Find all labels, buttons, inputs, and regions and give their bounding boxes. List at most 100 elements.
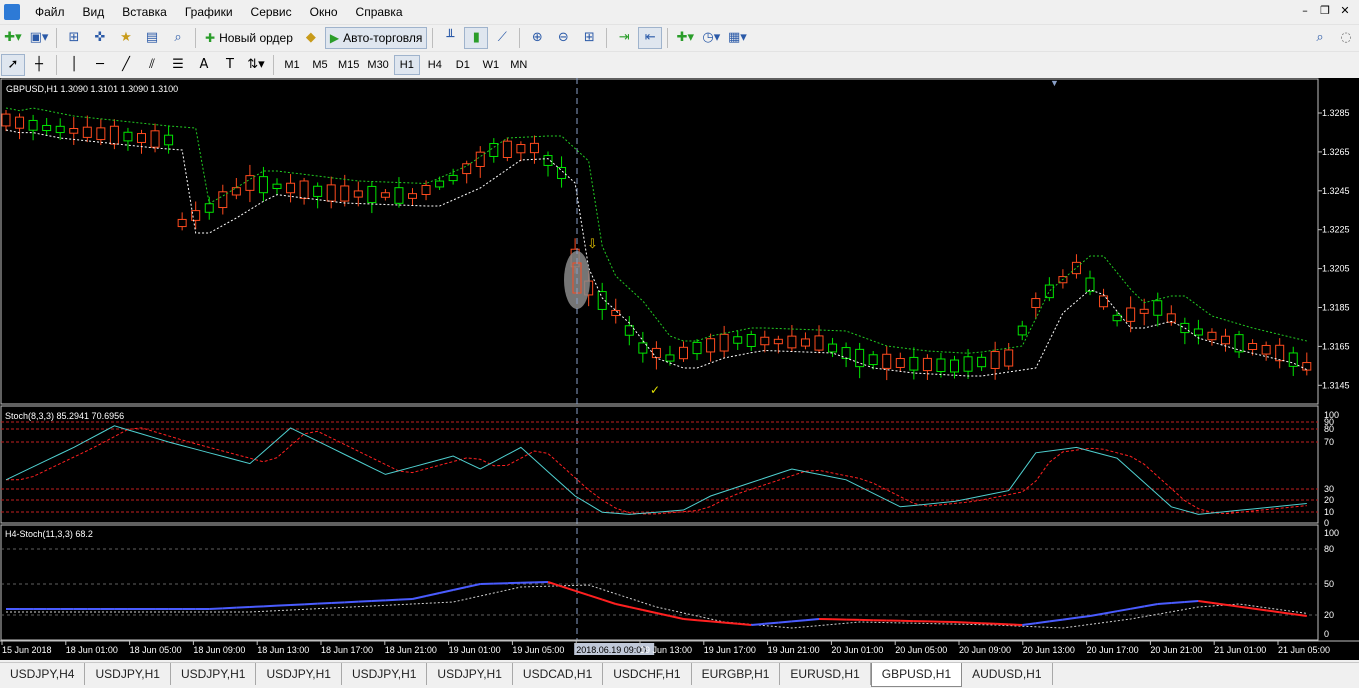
timeframe-w1[interactable]: W1: [478, 55, 504, 75]
chart-shift-icon[interactable]: ⇤: [638, 26, 663, 49]
menu-tools[interactable]: Сервис: [242, 0, 301, 24]
fibonacci-icon[interactable]: ☰: [166, 54, 190, 76]
h4-main-segment: [954, 621, 969, 624]
search-icon[interactable]: ⌕: [1308, 27, 1332, 49]
timeframe-m1[interactable]: M1: [279, 55, 305, 75]
chart-tab[interactable]: AUDUSD,H1: [962, 663, 1053, 685]
line-chart-icon[interactable]: ⟋: [490, 27, 514, 49]
candlestick-icon[interactable]: ▮: [464, 26, 489, 49]
chat-icon[interactable]: ◌: [1334, 27, 1358, 49]
timeframe-h4[interactable]: H4: [422, 55, 448, 75]
crosshair-time-label: 2018.06.19 09:00: [576, 645, 646, 655]
text-icon[interactable]: A: [192, 54, 216, 76]
candle-body: [55, 125, 65, 134]
h4-panel-frame: [0, 524, 1319, 641]
candle-body: [286, 182, 296, 194]
trendline-icon[interactable]: ╱: [114, 54, 138, 76]
candle-body: [611, 309, 621, 317]
timeframe-d1[interactable]: D1: [450, 55, 476, 75]
periods-icon[interactable]: ◷▾: [699, 27, 723, 49]
chart-tab[interactable]: EURGBP,H1: [692, 663, 781, 685]
market-watch-icon[interactable]: ⊞: [62, 27, 86, 49]
new-chart-icon[interactable]: ✚▾: [1, 27, 25, 49]
chart-tab[interactable]: USDJPY,H1: [256, 663, 342, 685]
strategy-tester-icon[interactable]: ⌕: [166, 27, 190, 49]
chart-tabs: USDJPY,H4 USDJPY,H1 USDJPY,H1 USDJPY,H1 USDJ…: [0, 662, 1359, 688]
h4-level-label: 20: [1324, 610, 1334, 620]
time-label: 19 Jun 13:00: [640, 645, 692, 655]
navigator-icon[interactable]: ★: [114, 27, 138, 49]
h4-main-segment: [385, 598, 399, 602]
terminal-icon[interactable]: ▤: [140, 27, 164, 49]
templates-icon[interactable]: ▦▾: [725, 27, 749, 49]
h4-main-segment: [290, 603, 305, 606]
vertical-line-icon[interactable]: │: [62, 54, 86, 76]
price-label: 1.3185: [1322, 303, 1350, 313]
chart-tab[interactable]: USDJPY,H1: [342, 663, 428, 685]
chart-tab[interactable]: USDCAD,H1: [513, 663, 604, 685]
time-label: 20 Jun 21:00: [1150, 645, 1202, 655]
chart-tab[interactable]: EURUSD,H1: [780, 663, 871, 685]
h4-level-label: 50: [1324, 579, 1334, 589]
new-order-icon: ✚: [205, 30, 216, 45]
candle-body: [692, 341, 702, 355]
zoom-out-icon[interactable]: ⊖: [551, 27, 575, 49]
timeframe-m15[interactable]: M15: [335, 55, 362, 75]
chart-tab[interactable]: USDJPY,H1: [85, 663, 171, 685]
candle-body: [990, 351, 1000, 369]
chart-tab[interactable]: USDCHF,H1: [603, 663, 692, 685]
autoscroll-icon[interactable]: ⇥: [612, 27, 636, 49]
minimize-button[interactable]: –: [1297, 4, 1313, 18]
stoch-panel-frame: [0, 405, 1319, 524]
bar-chart-icon[interactable]: ╨: [438, 27, 462, 49]
chart-tab[interactable]: GBPUSD,H1: [870, 663, 963, 687]
candle-body: [1017, 325, 1027, 336]
data-window-icon[interactable]: ✜: [88, 27, 112, 49]
indicators-icon[interactable]: ✚▾: [673, 27, 697, 49]
candle-body: [137, 133, 146, 143]
cursor-icon[interactable]: ➚: [1, 53, 25, 76]
chart-tab[interactable]: USDJPY,H1: [427, 663, 513, 685]
gbpusd-chart[interactable]: 1.3285 1.3265 1.3245 1.3225 1.3205 1.3185 1.31…: [0, 78, 1359, 660]
text-label-icon[interactable]: T: [218, 54, 242, 76]
crosshair-icon[interactable]: ┼: [27, 54, 51, 76]
candle-body: [1139, 308, 1149, 314]
candle-body: [191, 210, 201, 221]
candle-body: [651, 347, 661, 359]
timeframe-m30[interactable]: M30: [364, 55, 391, 75]
candle-body: [1071, 261, 1081, 275]
chart-area[interactable]: 1.3285 1.3265 1.3245 1.3225 1.3205 1.3185 1.31…: [0, 78, 1359, 660]
app-icon[interactable]: [4, 4, 20, 20]
timeframe-h1[interactable]: H1: [393, 54, 420, 75]
candle-body: [557, 167, 567, 179]
h4-main-segment: [615, 603, 630, 608]
menu-window[interactable]: Окно: [301, 0, 347, 24]
menu-charts[interactable]: Графики: [176, 0, 242, 24]
tile-windows-icon[interactable]: ⊞: [577, 27, 601, 49]
menu-insert[interactable]: Вставка: [113, 0, 176, 24]
chart-tab[interactable]: USDJPY,H1: [171, 663, 257, 685]
candle-body: [895, 358, 905, 368]
timeframe-m5[interactable]: M5: [307, 55, 333, 75]
timeframe-mn[interactable]: MN: [506, 55, 532, 75]
zoom-in-icon[interactable]: ⊕: [525, 27, 549, 49]
metaeditor-icon[interactable]: ◆: [299, 27, 323, 49]
restore-button[interactable]: ❐: [1317, 4, 1333, 18]
arrows-icon[interactable]: ⇅▾: [244, 54, 268, 76]
h4-main-segment: [1022, 622, 1036, 626]
menu-file[interactable]: Файл: [26, 0, 74, 24]
new-order-button[interactable]: ✚ Новый ордер: [201, 27, 297, 49]
menu-view[interactable]: Вид: [74, 0, 114, 24]
profiles-icon[interactable]: ▣▾: [27, 27, 51, 49]
chart-tab[interactable]: USDJPY,H4: [0, 663, 86, 685]
stoch-level-label: 0: [1324, 518, 1329, 528]
autotrading-button[interactable]: ▶ Авто-торговля: [324, 26, 428, 49]
toolbar-divider: [273, 54, 274, 75]
menu-help[interactable]: Справка: [347, 0, 412, 24]
candle-body: [96, 127, 106, 141]
time-label: 20 Jun 05:00: [895, 645, 947, 655]
equidistant-channel-icon[interactable]: ⫽: [140, 54, 164, 76]
close-button[interactable]: ✕: [1337, 4, 1353, 18]
candle-body: [733, 336, 743, 344]
horizontal-line-icon[interactable]: ─: [88, 54, 112, 76]
